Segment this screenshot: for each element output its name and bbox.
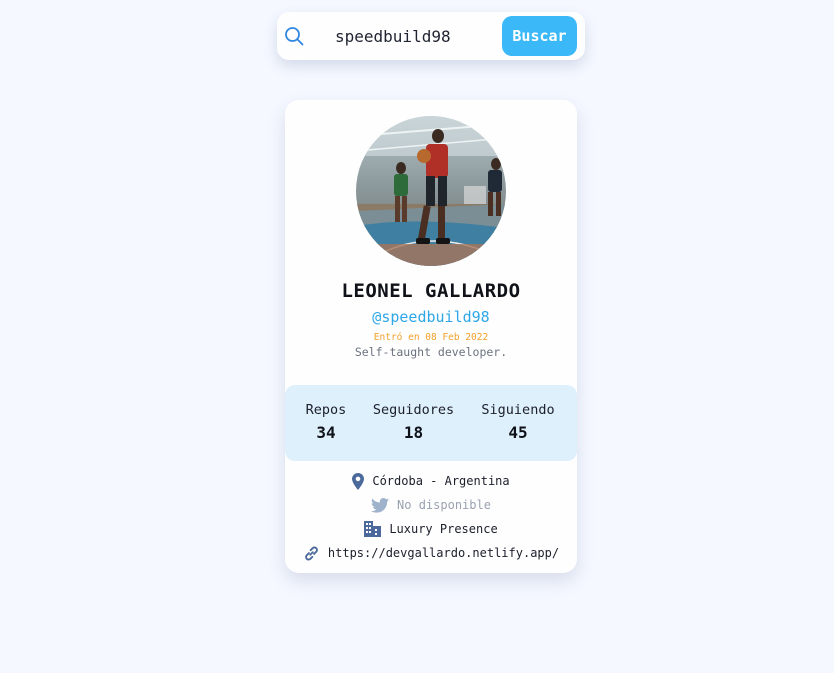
profile-bio: Self-taught developer. [354,345,508,359]
stat-label: Siguiendo [481,402,555,418]
twitter-text: No disponible [397,498,491,512]
company-text: Luxury Presence [389,522,498,536]
twitter-row: No disponible [285,494,577,516]
search-button[interactable]: Buscar [502,16,577,56]
avatar [356,116,506,266]
join-date: Entró en 08 Feb 2022 [373,332,489,343]
company-row: Luxury Presence [285,518,577,540]
twitter-icon [371,497,390,513]
stat-value: 34 [316,423,336,442]
profile-card: LEONEL GALLARDO @speedbuild98 Entró en 0… [285,100,577,573]
profile-login[interactable]: @speedbuild98 [285,308,577,326]
map-pin-icon [352,472,365,490]
stat-value: 18 [403,423,424,442]
link-icon [305,546,318,560]
stat-following: Siguiendo 45 [479,402,557,442]
stats-panel: Repos 34 Seguidores 18 Siguiendo 45 [285,385,577,461]
stat-followers: Seguidores 18 [371,402,456,442]
blog-row[interactable]: https://devgallardo.netlify.app/ [285,542,577,564]
search-icon[interactable] [284,26,304,46]
stat-value: 45 [508,423,528,442]
stat-label: Repos [305,402,347,418]
stat-repos: Repos 34 [305,402,347,442]
location-row: Córdoba - Argentina [285,470,577,492]
profile-name: LEONEL GALLARDO [341,280,521,302]
blog-link[interactable]: https://devgallardo.netlify.app/ [328,546,559,560]
location-text: Córdoba - Argentina [372,474,510,488]
stat-label: Seguidores [372,402,455,418]
search-input[interactable] [327,22,477,50]
building-icon [364,521,382,537]
